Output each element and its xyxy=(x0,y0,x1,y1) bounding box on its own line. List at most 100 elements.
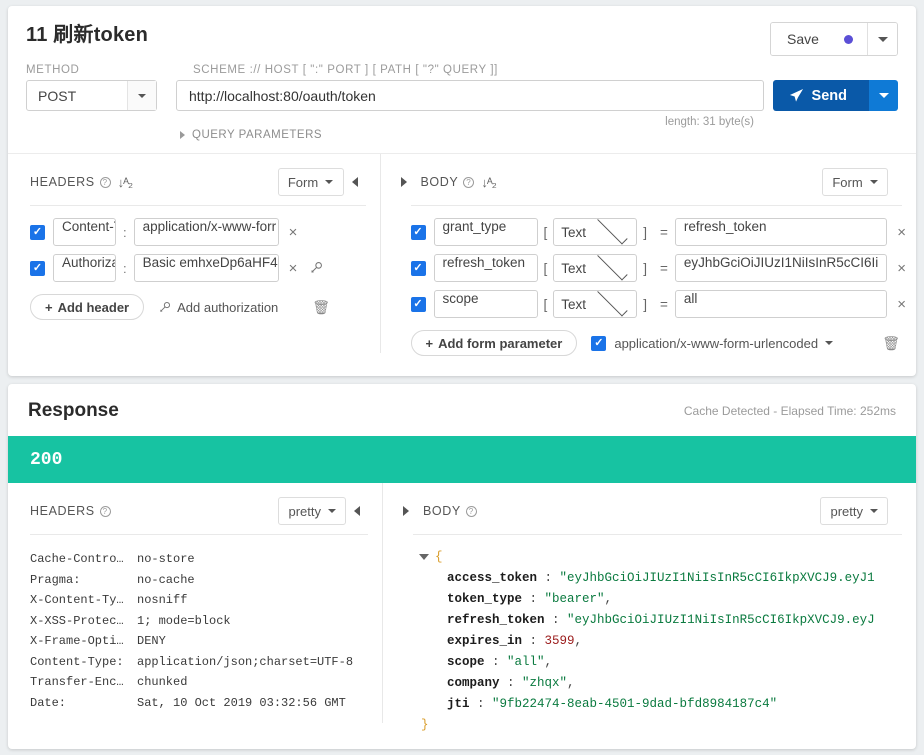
header-value-input[interactable]: Basic emhxeDp6aHF4 xyxy=(133,254,279,282)
send-dropdown-button[interactable] xyxy=(869,80,898,111)
json-open-brace: { xyxy=(435,550,443,564)
param-value-input[interactable]: all xyxy=(674,290,888,318)
chevron-down-icon xyxy=(325,180,334,184)
param-name-input[interactable]: scope xyxy=(433,290,538,318)
response-header-key: Date: xyxy=(30,695,67,710)
method-select-caret xyxy=(127,81,156,110)
expand-right-button[interactable] xyxy=(393,177,415,187)
request-body-mode-select[interactable]: Form xyxy=(822,168,888,196)
request-headers-pane: HEADERS ? ↓ᴬ₂ Form Content-T : xyxy=(8,154,381,353)
add-form-parameter-button[interactable]: + Add form parameter xyxy=(410,330,578,356)
request-body-mode-value: Form xyxy=(832,174,863,190)
request-body-rows: grant_type [ Text ] = refresh_token × re… xyxy=(381,206,917,318)
content-type-checkbox[interactable] xyxy=(591,335,607,351)
param-name-input[interactable]: grant_type xyxy=(433,218,538,246)
response-headers-mode-select[interactable]: pretty xyxy=(278,497,346,525)
json-value: 3599 xyxy=(544,634,575,648)
response-headers-title: HEADERS xyxy=(30,504,95,518)
equals-sign: = xyxy=(660,296,668,312)
collapse-left-button[interactable] xyxy=(346,506,368,516)
response-panel: Response Cache Detected - Elapsed Time: … xyxy=(8,384,916,749)
header-value-input[interactable]: application/x-www-forr xyxy=(133,218,279,246)
param-type-select[interactable]: Text xyxy=(553,250,638,282)
bracket-close: ] xyxy=(643,296,648,312)
status-badge: 200 xyxy=(8,436,916,483)
remove-param-icon[interactable]: × xyxy=(897,297,906,312)
response-headers-pane: HEADERS ? pretty Cache-Contro… no-store xyxy=(8,483,383,723)
list-item: X-XSS-Protec… 1; mode=block xyxy=(30,611,372,632)
content-type-value: application/x-www-form-urlencoded xyxy=(614,335,819,351)
add-header-label: Add header xyxy=(57,299,130,315)
help-icon[interactable]: ? xyxy=(463,176,475,188)
response-body-mode-select[interactable]: pretty xyxy=(820,497,888,525)
table-row: refresh_token [ Text ] = eyJhbGciOiJIUzI… xyxy=(410,250,906,282)
url-input[interactable] xyxy=(176,80,764,111)
collapse-left-button[interactable] xyxy=(344,177,366,187)
method-label: METHOD xyxy=(26,64,80,76)
add-form-parameter-label: Add form parameter xyxy=(438,335,563,351)
param-type-select[interactable]: Text xyxy=(553,214,638,246)
request-body-title-group: BODY ? ↓ᴬ₂ xyxy=(421,175,497,190)
add-authorization-button[interactable]: Add authorization xyxy=(158,300,278,315)
list-item: X-Content-Ty… nosniff xyxy=(30,590,372,611)
json-field: access_token : "eyJhbGciOiJIUzI1NiIsInR5… xyxy=(447,571,875,585)
colon-separator: : xyxy=(123,260,127,276)
query-parameters-toggle[interactable]: QUERY PARAMETERS xyxy=(8,128,916,141)
header-enabled-checkbox[interactable] xyxy=(30,224,45,240)
response-json-viewer: { access_token : "eyJhbGciOiJIUzI1NiIsIn… xyxy=(383,535,916,736)
sort-az-icon[interactable]: ↓ᴬ₂ xyxy=(481,175,496,190)
help-icon[interactable]: ? xyxy=(99,505,111,517)
param-enabled-checkbox[interactable] xyxy=(410,296,426,312)
help-icon[interactable]: ? xyxy=(465,505,477,517)
delete-all-headers-icon[interactable]: 🗑 xyxy=(312,299,330,316)
json-key: jti xyxy=(447,697,470,711)
save-status-dot-icon xyxy=(844,34,853,44)
remove-param-icon[interactable]: × xyxy=(897,225,906,240)
remove-param-icon[interactable]: × xyxy=(897,261,906,276)
table-row: Authorizat : Basic emhxeDp6aHF4 × xyxy=(30,254,370,282)
response-header-value: 1; mode=block xyxy=(137,613,231,628)
json-root-line: { xyxy=(413,547,910,568)
param-value-input[interactable]: refresh_token xyxy=(674,218,888,246)
remove-header-icon[interactable]: × xyxy=(289,261,298,276)
param-name-input[interactable]: refresh_token xyxy=(433,254,538,282)
json-comma: , xyxy=(574,634,583,648)
add-authorization-label: Add authorization xyxy=(177,299,279,315)
send-button[interactable]: Send xyxy=(772,80,869,111)
request-headers-mode-select[interactable]: Form xyxy=(277,168,344,196)
header-name-input[interactable]: Authorizat xyxy=(53,254,116,282)
header-enabled-checkbox[interactable] xyxy=(30,260,45,276)
expand-right-button[interactable] xyxy=(395,506,417,516)
delete-all-params-icon[interactable]: 🗑 xyxy=(882,335,900,352)
param-enabled-checkbox[interactable] xyxy=(410,260,426,276)
scheme-label: SCHEME :// HOST [ ":" PORT ] [ PATH [ "?… xyxy=(193,64,498,76)
response-header-row: Response Cache Detected - Elapsed Time: … xyxy=(8,384,916,436)
header-name-input[interactable]: Content-T xyxy=(53,218,116,246)
response-meta: Cache Detected - Elapsed Time: 252ms xyxy=(683,404,896,418)
help-icon[interactable]: ? xyxy=(99,176,111,188)
response-header-value: Sat, 10 Oct 2019 03:32:56 GMT xyxy=(137,695,346,710)
json-root-close: } xyxy=(413,715,910,736)
page-title: 11 刷新token xyxy=(26,24,149,46)
method-select[interactable]: POST xyxy=(26,80,157,111)
save-button[interactable]: Save xyxy=(771,23,867,55)
key-icon[interactable] xyxy=(309,261,323,275)
json-key: token_type xyxy=(447,592,523,606)
save-dropdown-button[interactable] xyxy=(867,23,897,55)
param-type-select[interactable]: Text xyxy=(553,286,638,318)
param-value-input[interactable]: eyJhbGciOiJIUzI1NiIsInR5cCI6Ii xyxy=(674,254,888,282)
param-enabled-checkbox[interactable] xyxy=(410,224,426,240)
equals-sign: = xyxy=(660,260,668,276)
json-key: scope xyxy=(447,655,485,669)
request-panel: 11 刷新token Save METHOD SCHEME :// HOST [… xyxy=(8,6,916,376)
json-value: "eyJhbGciOiJIUzI1NiIsInR5cCI6IkpXVCJ9.ey… xyxy=(559,571,875,585)
response-headers-list: Cache-Contro… no-store Pragma: no-cache … xyxy=(8,535,382,713)
add-header-button[interactable]: + Add header xyxy=(30,294,145,320)
chevron-down-icon xyxy=(878,93,889,98)
content-type-select[interactable]: application/x-www-form-urlencoded xyxy=(614,335,834,351)
remove-header-icon[interactable]: × xyxy=(289,225,298,240)
sort-az-icon[interactable]: ↓ᴬ₂ xyxy=(118,175,133,190)
send-button-group: Send xyxy=(772,80,898,111)
request-body-actions: + Add form parameter application/x-www-f… xyxy=(381,326,917,356)
collapse-triangle-icon[interactable] xyxy=(419,553,429,560)
